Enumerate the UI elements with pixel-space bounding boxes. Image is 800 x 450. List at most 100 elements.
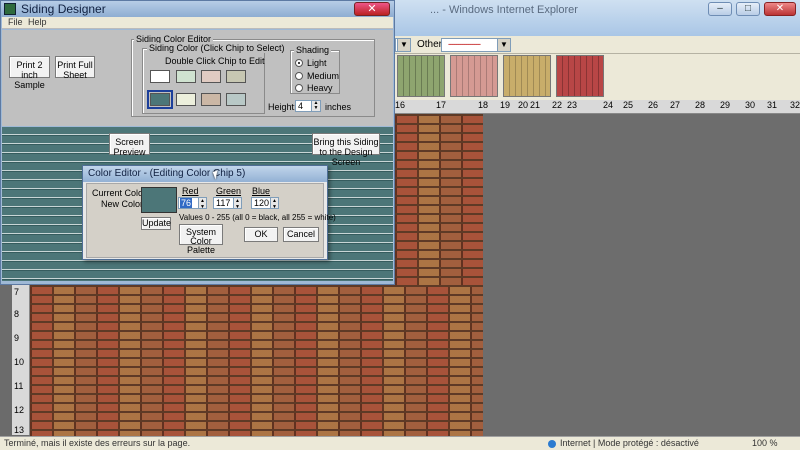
ruler-tick: 12 [14, 405, 25, 415]
siding-swatch-pink[interactable] [450, 55, 498, 97]
other-dropdown-value: ---------------- [448, 39, 481, 49]
ruler-tick: 28 [695, 100, 706, 110]
color-chip-1[interactable] [150, 70, 170, 83]
controls-panel: Print 2 inch Sample Print Full Sheet Sid… [2, 30, 393, 126]
menubar: File Help [2, 17, 393, 29]
radio-icon [295, 72, 303, 80]
color-editor-body: Current Color: New Color: Update Red 76 … [86, 183, 336, 258]
spin-arrows-icon[interactable]: ▲ ▼ [311, 101, 320, 111]
ruler-tick: 31 [767, 100, 778, 110]
height-label: Height: [268, 102, 297, 112]
ok-button[interactable]: OK [244, 227, 278, 242]
design-toolbar: ▼ Other: ---------------- ▼ [395, 36, 800, 54]
color-chip-6[interactable] [176, 93, 196, 106]
ruler-tick: 30 [745, 100, 756, 110]
ruler-tick: 26 [648, 100, 659, 110]
chevron-down-icon: ▼ [497, 39, 510, 51]
red-value: 76 [180, 198, 193, 208]
browser-statusbar: Terminé, mais il existe des erreurs sur … [0, 436, 800, 450]
ruler-tick: 25 [623, 100, 634, 110]
red-label: Red [182, 186, 199, 196]
color-editor-titlebar[interactable]: Color Editor - (Editing Color Chip 5) [83, 166, 327, 182]
ruler-tick: 24 [603, 100, 614, 110]
shading-group: Shading Light Medium Heavy [290, 45, 340, 94]
ruler-tick: 8 [14, 309, 20, 319]
ruler-tick: 18 [478, 100, 489, 110]
green-value: 117 [216, 198, 231, 208]
ruler-tick: 9 [14, 333, 20, 343]
globe-icon [548, 440, 556, 448]
height-value: 4 [298, 101, 304, 111]
dialog-title: Color Editor - (Editing Color Chip 5) [88, 168, 246, 179]
ruler-tick: 29 [720, 100, 731, 110]
print-sheet-button[interactable]: Print Full Sheet [55, 56, 95, 80]
system-palette-button[interactable]: System Color Palette [179, 224, 223, 255]
siding-swatch-red[interactable] [556, 55, 604, 97]
screen-preview-button[interactable]: Screen Preview [109, 133, 150, 157]
ruler-tick: 21 [530, 100, 541, 110]
siding-swatch-strip [395, 54, 800, 100]
menu-help[interactable]: Help [28, 17, 47, 27]
siding-color-editor-group: Siding Color Editor Siding Color (Click … [131, 34, 375, 117]
ruler-tick: 22 [552, 100, 563, 110]
menu-file[interactable]: File [8, 17, 23, 27]
color-chip-5[interactable] [147, 90, 173, 109]
vertical-ruler: 7 8 9 10 11 12 13 [12, 285, 30, 435]
green-spin-icon[interactable]: ▲ ▼ [233, 197, 242, 210]
close-icon[interactable]: ✕ [764, 2, 796, 16]
cancel-button[interactable]: Cancel [283, 227, 319, 242]
blue-spin-icon[interactable]: ▲ ▼ [270, 197, 279, 210]
print-sample-button[interactable]: Print 2 inch Sample [9, 56, 50, 90]
siding-designer-titlebar[interactable]: Siding Designer ✕ [1, 1, 394, 17]
zoom-level[interactable]: 100 % [752, 438, 778, 448]
color-chip-2[interactable] [176, 70, 196, 83]
ruler-tick: 27 [670, 100, 681, 110]
color-editor-dialog: Color Editor - (Editing Color Chip 5) Cu… [82, 165, 336, 260]
range-hint: Values 0 - 255 (all 0 = black, all 255 =… [179, 213, 336, 222]
radio-selected-icon [295, 59, 303, 67]
radio-icon [295, 84, 303, 92]
ruler-tick: 7 [14, 287, 20, 297]
new-color-label: New Color: [101, 199, 146, 209]
radio-label: Light [307, 58, 327, 68]
ruler-tick: 11 [14, 381, 24, 391]
bring-siding-button[interactable]: Bring this Siding to the Design Screen [312, 133, 380, 167]
blue-value: 120 [254, 198, 270, 208]
minimize-icon[interactable]: – [708, 2, 732, 16]
other-dropdown[interactable]: ---------------- ▼ [441, 38, 511, 52]
color-chip-4[interactable] [226, 70, 246, 83]
chevron-down-icon: ▼ [397, 39, 410, 51]
radio-label: Medium [307, 71, 340, 81]
group-title: Siding Color (Click Chip to Select) [147, 43, 287, 53]
material-dropdown[interactable]: ▼ [395, 38, 411, 52]
update-button[interactable]: Update [141, 217, 171, 230]
height-stepper[interactable]: 4 ▲ ▼ [295, 100, 321, 112]
color-chip-7[interactable] [201, 93, 221, 106]
blue-label: Blue [252, 186, 271, 196]
color-chip-3[interactable] [201, 70, 221, 83]
green-label: Green [216, 186, 242, 196]
siding-swatch-tan[interactable] [503, 55, 551, 97]
ruler-tick: 23 [567, 100, 578, 110]
height-unit: inches [325, 102, 352, 112]
ruler-tick: 13 [14, 425, 25, 435]
color-preview-swatch [141, 187, 177, 213]
color-chip-8[interactable] [226, 93, 246, 106]
ruler-tick: 16 [395, 100, 406, 110]
ruler-tick: 17 [436, 100, 447, 110]
radio-label: Heavy [307, 83, 333, 93]
close-icon[interactable]: ✕ [354, 2, 390, 16]
ruler-tick: 10 [14, 357, 25, 367]
red-spin-icon[interactable]: ▲ ▼ [198, 197, 207, 210]
maximize-icon[interactable]: □ [736, 2, 760, 16]
app-icon [4, 3, 16, 15]
zone-status: Internet | Mode protégé : désactivé [560, 438, 699, 448]
ruler-tick: 19 [500, 100, 511, 110]
double-click-hint: Double Click Chip to Edit [165, 56, 265, 66]
siding-swatch-green[interactable] [397, 55, 445, 97]
group-title: Shading [294, 45, 332, 55]
status-text: Terminé, mais il existe des erreurs sur … [4, 438, 191, 448]
ruler-tick: 32 [790, 100, 800, 110]
browser-title: ... - Windows Internet Explorer [430, 4, 578, 16]
siding-color-group: Siding Color (Click Chip to Select) Doub… [142, 43, 287, 114]
